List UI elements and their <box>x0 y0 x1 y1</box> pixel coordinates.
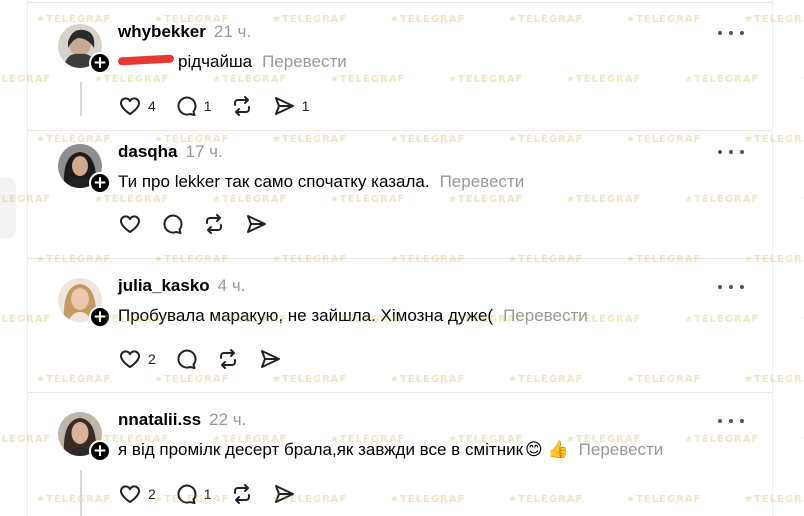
username[interactable]: nnatalii.ss <box>118 410 201 430</box>
like-count: 2 <box>148 351 156 367</box>
timestamp: 17 ч. <box>185 142 223 161</box>
repost-button[interactable] <box>202 212 226 236</box>
reply-button[interactable]: 1 <box>174 482 212 506</box>
repost-button[interactable] <box>230 482 254 506</box>
username[interactable]: dasqha <box>118 142 178 162</box>
comment-text: рідчайша Перевести <box>117 52 347 72</box>
translate-link[interactable]: Перевести <box>440 172 525 192</box>
collapse-tab[interactable] <box>0 178 16 238</box>
share-button[interactable]: 1 <box>272 94 310 118</box>
follow-plus-icon[interactable]: + <box>89 52 111 74</box>
comment-divider <box>28 392 772 393</box>
timestamp: 4 ч. <box>217 276 246 295</box>
reply-button[interactable] <box>160 212 184 236</box>
translate-link[interactable]: Перевести <box>262 52 347 72</box>
send-icon <box>274 485 294 503</box>
share-button[interactable] <box>244 212 268 236</box>
follow-plus-icon[interactable]: + <box>89 440 111 462</box>
comment-bubble-icon <box>163 214 183 234</box>
avatar[interactable]: + <box>58 278 111 328</box>
share-button[interactable] <box>258 347 282 371</box>
comment-text: я від промілк десерт брала,як завжди все… <box>118 440 663 460</box>
heart-icon <box>120 97 140 115</box>
comment-text: Пробувала маракую, не зайшла. Хімозна ду… <box>118 306 588 326</box>
comment-text-body: Ти про lekker так само спочатку казала. <box>118 172 430 191</box>
top-divider <box>28 2 772 3</box>
left-gutter <box>0 0 28 516</box>
more-dots-icon[interactable] <box>718 145 744 159</box>
username[interactable]: julia_kasko <box>118 276 210 296</box>
like-button[interactable]: 4 <box>118 94 156 118</box>
follow-plus-icon[interactable]: + <box>89 306 111 328</box>
avatar[interactable]: + <box>58 412 111 462</box>
timestamp: 21 ч. <box>213 22 252 41</box>
comment-bubble-icon <box>177 484 197 504</box>
heart-icon <box>120 215 140 233</box>
timestamp: 22 ч. <box>209 410 247 429</box>
more-dots-icon[interactable] <box>718 26 744 40</box>
like-button[interactable]: 2 <box>118 347 156 371</box>
reply-count: 1 <box>203 486 212 502</box>
thread-line <box>80 82 82 116</box>
reply-button[interactable]: 1 <box>174 94 212 118</box>
comment-bubble-icon <box>177 96 197 116</box>
translate-link[interactable]: Перевести <box>579 440 664 460</box>
redaction-mark <box>117 54 175 66</box>
username[interactable]: whybekker <box>118 22 206 42</box>
repost-icon <box>233 484 250 504</box>
avatar[interactable]: + <box>58 144 111 194</box>
like-button[interactable] <box>118 212 142 236</box>
right-gutter <box>772 0 804 516</box>
comment-bubble-icon <box>177 349 197 369</box>
avatar[interactable]: + <box>58 24 111 74</box>
follow-plus-icon[interactable]: + <box>89 172 111 194</box>
comment-text: Ти про lekker так само спочатку казала. … <box>118 172 524 192</box>
more-dots-icon[interactable] <box>718 280 744 294</box>
repost-icon <box>206 214 222 234</box>
send-icon <box>274 97 294 115</box>
translate-link[interactable]: Перевести <box>503 306 588 326</box>
heart-icon <box>120 350 140 368</box>
comment-divider <box>28 258 772 259</box>
comment-text-body: Пробувала маракую, не зайшла. Хімозна ду… <box>118 306 494 325</box>
comment-text-visible: рідчайша <box>178 52 253 71</box>
repost-icon <box>233 96 250 116</box>
send-icon <box>247 215 266 233</box>
comments-panel: + whybekker 21 ч. рідчайша Перевести 4 1 <box>28 0 772 516</box>
share-button[interactable] <box>272 482 296 506</box>
reply-button[interactable] <box>174 347 198 371</box>
thread-line <box>80 470 82 516</box>
share-count: 1 <box>301 98 310 114</box>
repost-button[interactable] <box>230 94 254 118</box>
comment-text-body: я від промілк десерт брала,як завжди все… <box>118 440 524 459</box>
send-icon <box>260 350 280 368</box>
like-count: 2 <box>148 486 156 502</box>
more-dots-icon[interactable] <box>718 414 744 428</box>
repost-icon <box>219 349 236 369</box>
like-button[interactable]: 2 <box>118 482 156 506</box>
reply-count: 1 <box>203 98 212 114</box>
comment-divider <box>28 130 772 131</box>
repost-button[interactable] <box>216 347 240 371</box>
heart-icon <box>120 485 140 503</box>
like-count: 4 <box>148 98 156 114</box>
emoji: 😊 👍 <box>525 440 569 459</box>
